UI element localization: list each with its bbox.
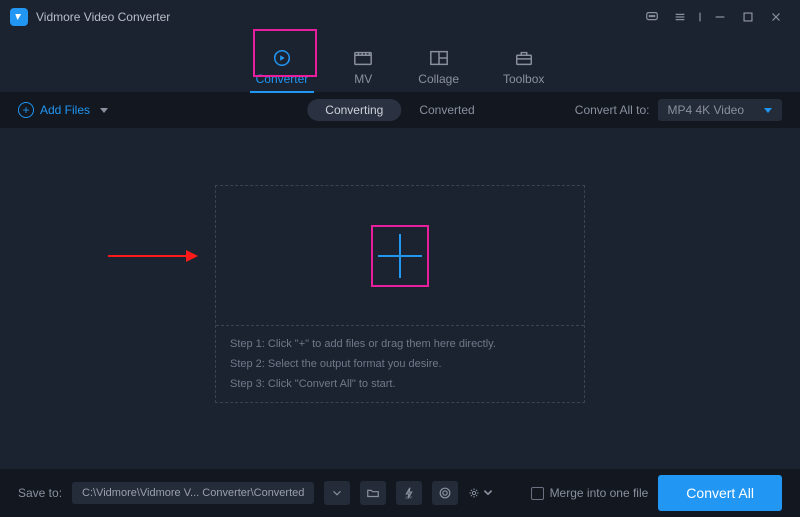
pill-converting[interactable]: Converting [307, 99, 401, 121]
tab-converter[interactable]: Converter [256, 48, 309, 92]
save-path-dropdown[interactable] [324, 481, 350, 505]
plus-circle-icon: + [18, 102, 34, 118]
title-bar: Vidmore Video Converter [0, 0, 800, 34]
format-select[interactable]: MP4 4K Video [658, 99, 783, 121]
main-area: Step 1: Click "+" to add files or drag t… [0, 128, 800, 450]
svg-text:OFF: OFF [406, 496, 413, 500]
tab-collage[interactable]: Collage [418, 48, 459, 92]
annotation-arrow [108, 250, 198, 262]
instruction-step: Step 2: Select the output format you des… [230, 358, 570, 370]
feedback-icon[interactable] [638, 3, 666, 31]
open-folder-button[interactable] [360, 481, 386, 505]
maximize-button[interactable] [734, 3, 762, 31]
mv-icon [352, 48, 374, 68]
checkbox-icon [531, 487, 544, 500]
pill-converted[interactable]: Converted [401, 99, 492, 121]
convert-all-button[interactable]: Convert All [658, 475, 782, 511]
toolbox-icon [513, 48, 535, 68]
collage-icon [428, 48, 450, 68]
divider [694, 3, 706, 31]
chevron-down-icon [764, 108, 772, 113]
instruction-step: Step 1: Click "+" to add files or drag t… [230, 338, 570, 350]
chevron-down-icon [100, 108, 108, 113]
task-schedule-button[interactable] [432, 481, 458, 505]
converter-icon [271, 48, 293, 68]
save-to-label: Save to: [18, 486, 62, 500]
menu-icon[interactable] [666, 3, 694, 31]
app-title: Vidmore Video Converter [36, 10, 170, 24]
instruction-step: Step 3: Click "Convert All" to start. [230, 378, 570, 390]
main-tabs: Converter MV Collage Toolbox [0, 34, 800, 92]
convert-all-to-label: Convert All to: [575, 103, 650, 117]
toolbar: + Add Files Converting Converted Convert… [0, 92, 800, 128]
hardware-accel-button[interactable]: OFF [396, 481, 422, 505]
drop-zone[interactable]: Step 1: Click "+" to add files or drag t… [215, 185, 585, 403]
tab-label: MV [354, 72, 372, 86]
instructions: Step 1: Click "+" to add files or drag t… [216, 326, 584, 402]
tab-mv[interactable]: MV [352, 48, 374, 92]
tab-label: Converter [256, 72, 309, 86]
close-button[interactable] [762, 3, 790, 31]
minimize-button[interactable] [706, 3, 734, 31]
save-path-field[interactable]: C:\Vidmore\Vidmore V... Converter\Conver… [72, 482, 314, 504]
app-logo-icon [10, 8, 28, 26]
tab-label: Toolbox [503, 72, 544, 86]
tab-toolbox[interactable]: Toolbox [503, 48, 544, 92]
format-value: MP4 4K Video [668, 103, 745, 117]
footer: Save to: C:\Vidmore\Vidmore V... Convert… [0, 469, 800, 517]
tab-label: Collage [418, 72, 459, 86]
add-files-button[interactable]: + Add Files [18, 102, 108, 118]
add-files-label: Add Files [40, 103, 90, 117]
add-files-plus-icon[interactable] [372, 228, 428, 284]
merge-label: Merge into one file [550, 486, 649, 500]
drop-zone-upper[interactable] [216, 186, 584, 326]
merge-checkbox[interactable]: Merge into one file [531, 486, 649, 500]
settings-button[interactable] [468, 481, 494, 505]
status-tabs: Converting Converted [307, 99, 492, 121]
